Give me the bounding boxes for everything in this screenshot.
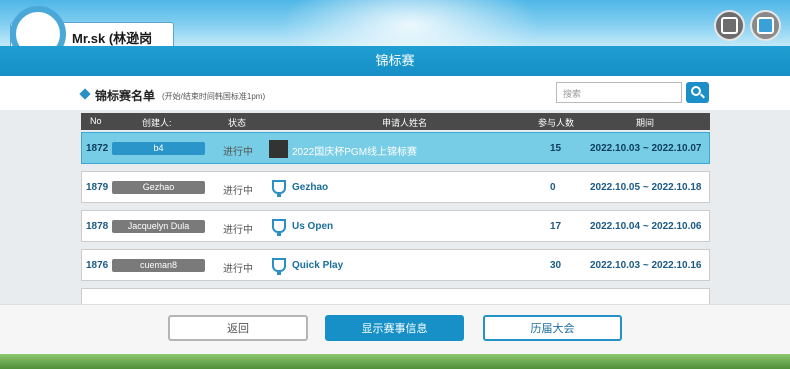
tournament-thumbnail (269, 140, 288, 158)
column-header: 期间 (636, 118, 655, 128)
period: 2022.10.03 ~ 2022.10.07 (590, 143, 702, 154)
status-text: 进行中 (223, 186, 253, 197)
trophy-icon (272, 258, 286, 275)
row-number: 1872 (86, 143, 109, 154)
column-header: 参与人数 (538, 118, 575, 128)
list-title: 锦标赛名单 (95, 89, 156, 103)
column-header: 申请人姓名 (382, 118, 428, 128)
creator-badge: b4 (112, 142, 205, 155)
status-text: 进行中 (223, 225, 253, 236)
tournament-name: 2022国庆杯PGM线上锦标赛 (292, 147, 418, 158)
participant-count: 0 (550, 182, 556, 193)
participant-count: 15 (550, 143, 562, 154)
settings-gear-icon[interactable] (714, 10, 745, 41)
creator-badge: Jacquelyn Dula (112, 220, 205, 233)
row-number: 1878 (86, 221, 109, 232)
column-header: 创建人: (142, 118, 172, 128)
table-row[interactable]: 1878 Jacquelyn Dula 进行中 Us Open 17 2022.… (81, 210, 710, 242)
panel-header: 锦标赛名单 (开始/结束时间韩国标准1pm) 搜索 (0, 76, 790, 110)
back-button[interactable]: 返回 (168, 315, 308, 341)
trophy-icon (272, 219, 286, 236)
grass-background (0, 354, 790, 369)
table-row-partial[interactable] (81, 288, 710, 304)
participant-count: 17 (550, 221, 562, 232)
period: 2022.10.05 ~ 2022.10.18 (590, 182, 702, 193)
row-number: 1879 (86, 182, 109, 193)
tournament-panel: 锦标赛名单 (开始/结束时间韩国标准1pm) 搜索 No 创建人: 状态 申请人… (0, 76, 790, 304)
period: 2022.10.04 ~ 2022.10.06 (590, 221, 702, 232)
trophy-icon (272, 180, 286, 197)
search-button[interactable] (686, 82, 709, 103)
search-input[interactable]: 搜索 (556, 82, 682, 103)
status-text: 进行中 (223, 147, 253, 158)
sun-flare (280, 0, 540, 50)
participant-count: 30 (550, 260, 562, 271)
table-row[interactable]: 1872 b4 进行中 2022国庆杯PGM线上锦标赛 15 2022.10.0… (81, 132, 710, 164)
bottom-toolbar: 返回 显示赛事信息 历届大会 (0, 304, 790, 354)
tournament-name: Quick Play (292, 260, 344, 271)
tournament-name: Us Open (292, 221, 334, 232)
username: Mr.sk (林逊岗 (72, 31, 153, 46)
menu-icon[interactable] (750, 10, 781, 41)
tournament-name: Gezhao (292, 182, 329, 193)
show-info-button[interactable]: 显示赛事信息 (325, 315, 464, 341)
creator-badge: cueman8 (112, 259, 205, 272)
row-number: 1876 (86, 260, 109, 271)
period: 2022.10.03 ~ 2022.10.16 (590, 260, 702, 271)
history-button[interactable]: 历届大会 (483, 315, 622, 341)
status-text: 进行中 (223, 264, 253, 275)
column-header: No (90, 116, 102, 126)
table-row[interactable]: 1879 Gezhao 进行中 Gezhao 0 2022.10.05 ~ 20… (81, 171, 710, 203)
list-note: (开始/结束时间韩国标准1pm) (162, 92, 266, 101)
column-header: 状态 (228, 118, 247, 128)
page-title: 锦标赛 (0, 46, 790, 76)
table-row[interactable]: 1876 cueman8 进行中 Quick Play 30 2022.10.0… (81, 249, 710, 281)
list-icon (79, 88, 91, 100)
creator-badge: Gezhao (112, 181, 205, 194)
table-header: No 创建人: 状态 申请人姓名 参与人数 期间 (81, 113, 710, 130)
